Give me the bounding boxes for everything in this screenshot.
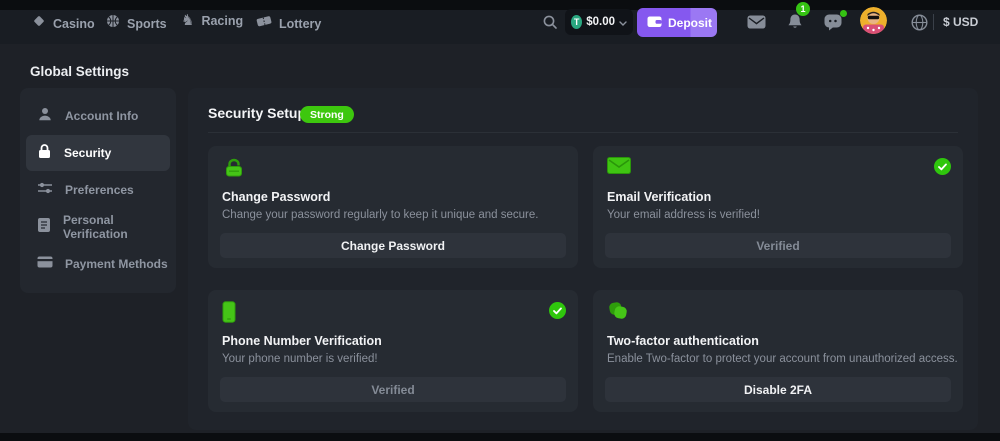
nav-item-sports[interactable]: Sports	[106, 14, 167, 33]
document-icon	[37, 217, 51, 238]
deposit-button[interactable]: Deposit	[637, 8, 717, 37]
card-description: Enable Two-factor to protect your accoun…	[607, 353, 958, 365]
sidebar-item-account-info[interactable]: Account Info	[26, 98, 170, 134]
wallet-icon	[647, 15, 662, 31]
globe-language-icon[interactable]	[911, 14, 928, 36]
chat-icon[interactable]	[824, 14, 842, 36]
section-title: Security Setup	[208, 105, 306, 121]
disable-2fa-button[interactable]: Disable 2FA	[605, 377, 951, 402]
change-password-card: Change Password Change your password reg…	[208, 146, 578, 268]
settings-sidebar: Account Info Security Preferences Person…	[20, 88, 176, 293]
basketball-icon	[106, 14, 120, 33]
sidebar-item-security[interactable]: Security	[26, 135, 170, 171]
shield-icon	[607, 301, 631, 328]
sliders-icon	[37, 181, 53, 200]
password-strength-badge: Strong	[300, 106, 354, 123]
app-window: Casino Sports ♞ Racing Lottery T $0.00	[0, 0, 1000, 441]
sidebar-item-label: Security	[64, 146, 111, 160]
sidebar-item-label: Account Info	[65, 109, 138, 123]
top-navbar: Casino Sports ♞ Racing Lottery T $0.00	[0, 0, 1000, 44]
two-factor-card: Two-factor authentication Enable Two-fac…	[593, 290, 963, 412]
user-avatar[interactable]	[860, 7, 887, 34]
phone-verification-card: Phone Number Verification Your phone num…	[208, 290, 578, 412]
horse-icon: ♞	[181, 14, 194, 28]
lock-icon	[37, 143, 52, 164]
search-icon[interactable]	[542, 14, 558, 35]
deposit-label: Deposit	[668, 16, 712, 30]
verified-check-icon	[934, 158, 951, 175]
security-setup-panel: Security Setup Strong Change Password Ch…	[188, 88, 978, 430]
page-title: Global Settings	[30, 64, 129, 79]
phone-icon	[222, 301, 236, 328]
card-title: Email Verification	[607, 190, 711, 204]
nav-label: Sports	[127, 17, 167, 31]
nav-item-lottery[interactable]: Lottery	[256, 14, 321, 33]
card-description: Your phone number is verified!	[222, 353, 378, 365]
tether-coin-icon: T	[571, 15, 582, 29]
sidebar-item-personal-verification[interactable]: Personal Verification	[26, 209, 170, 245]
nav-label: Casino	[53, 17, 95, 31]
email-verification-card: Email Verification Your email address is…	[593, 146, 963, 268]
nav-item-casino[interactable]: Casino	[32, 14, 95, 33]
header-divider	[933, 14, 934, 30]
lock-icon	[222, 157, 246, 184]
section-divider	[208, 132, 958, 133]
casino-diamond-icon	[32, 14, 46, 33]
card-description: Your email address is verified!	[607, 209, 760, 221]
change-password-button[interactable]: Change Password	[220, 233, 566, 258]
mail-icon[interactable]	[747, 15, 766, 34]
envelope-icon	[607, 157, 631, 179]
nav-label: Lottery	[279, 17, 321, 31]
card-title: Two-factor authentication	[607, 334, 759, 348]
phone-verified-button[interactable]: Verified	[220, 377, 566, 402]
email-verified-button[interactable]: Verified	[605, 233, 951, 258]
sidebar-item-label: Preferences	[65, 183, 134, 197]
card-description: Change your password regularly to keep i…	[222, 209, 538, 221]
chevron-down-icon	[619, 13, 627, 31]
balance-amount: $0.00	[586, 16, 615, 28]
credit-card-icon	[37, 255, 53, 273]
currency-selector[interactable]: $ USD	[943, 15, 978, 29]
sidebar-item-preferences[interactable]: Preferences	[26, 172, 170, 208]
ticket-icon	[256, 14, 272, 33]
bell-icon[interactable]	[787, 13, 803, 36]
sidebar-item-payment-methods[interactable]: Payment Methods	[26, 246, 170, 282]
nav-label: Racing	[201, 14, 243, 28]
card-title: Phone Number Verification	[222, 334, 382, 348]
window-bottom-edge	[0, 433, 1000, 441]
verified-check-icon	[549, 302, 566, 319]
card-title: Change Password	[222, 190, 330, 204]
window-top-edge	[0, 0, 1000, 10]
notification-count-badge: 1	[796, 2, 810, 16]
nav-item-racing[interactable]: ♞ Racing	[181, 14, 243, 28]
wallet-balance-selector[interactable]: T $0.00	[565, 9, 633, 35]
sidebar-item-label: Payment Methods	[65, 257, 168, 271]
person-icon	[37, 106, 53, 127]
chat-online-dot	[840, 10, 847, 17]
sidebar-item-label: Personal Verification	[63, 213, 170, 241]
